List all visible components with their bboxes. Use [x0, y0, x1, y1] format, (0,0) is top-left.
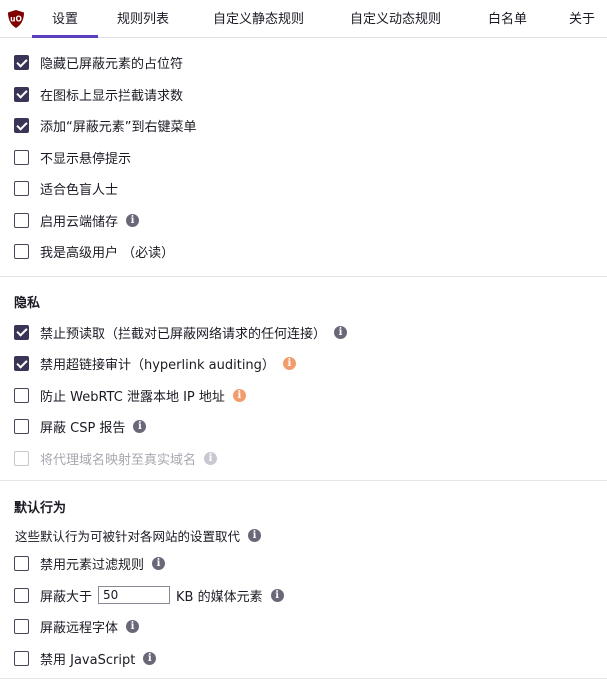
tab-bar: uO 设置 规则列表 自定义静态规则 自定义动态规则 白名单 关于: [0, 0, 607, 38]
setting-label: 禁止预读取（拦截对已屏蔽网络请求的任何连接）: [40, 326, 327, 342]
tab-settings[interactable]: 设置: [52, 0, 78, 38]
checkbox[interactable]: [14, 149, 29, 165]
setting-label: 屏蔽远程字体: [40, 621, 119, 637]
setting-hyperlink-auditing[interactable]: 禁用超链接审计（hyperlink auditing） i: [0, 348, 607, 380]
setting-javascript[interactable]: 禁用 JavaScript i: [0, 643, 607, 675]
checkbox[interactable]: [14, 556, 29, 572]
setting-label: 禁用 JavaScript: [40, 652, 136, 668]
setting-label: 隐藏已屏蔽元素的占位符: [40, 57, 184, 73]
info-icon[interactable]: i: [126, 213, 140, 227]
tab-filter-lists[interactable]: 规则列表: [117, 0, 169, 38]
section-title: 默认行为: [14, 501, 67, 516]
setting-cloud-storage[interactable]: 启用云端储存 i: [0, 205, 607, 237]
privacy-section: 隐私 禁止预读取（拦截对已屏蔽网络请求的任何连接） i 禁用超链接审计（hype…: [0, 277, 607, 481]
info-icon[interactable]: i: [248, 528, 262, 542]
info-icon[interactable]: i: [126, 620, 140, 634]
svg-text:uO: uO: [10, 15, 22, 24]
info-icon[interactable]: i: [152, 557, 166, 571]
setting-no-tooltips[interactable]: 不显示悬停提示: [0, 142, 607, 174]
checkbox[interactable]: [14, 324, 29, 340]
setting-csp-reports[interactable]: 屏蔽 CSP 报告 i: [0, 411, 607, 443]
setting-webrtc[interactable]: 防止 WebRTC 泄露本地 IP 地址 i: [0, 380, 607, 412]
setting-prefetching[interactable]: 禁止预读取（拦截对已屏蔽网络请求的任何连接） i: [0, 317, 607, 349]
checkbox[interactable]: [14, 86, 29, 102]
checkbox[interactable]: [14, 181, 29, 197]
setting-label: 适合色盲人士: [40, 183, 119, 199]
setting-color-blind[interactable]: 适合色盲人士: [0, 173, 607, 205]
setting-label: 屏蔽 CSP 报告: [40, 421, 126, 437]
section-description: 这些默认行为可被针对各网站的设置取代 i: [0, 522, 607, 548]
checkbox: [14, 450, 29, 466]
setting-label: 不显示悬停提示: [40, 151, 132, 167]
tab-about[interactable]: 关于: [569, 0, 595, 38]
setting-label: 在图标上显示拦截请求数: [40, 88, 184, 104]
setting-label: 禁用超链接审计（hyperlink auditing）: [40, 358, 275, 374]
info-icon[interactable]: i: [334, 325, 348, 339]
tab-whitelist[interactable]: 白名单: [488, 0, 527, 38]
tab-my-filters[interactable]: 自定义静态规则: [213, 0, 304, 38]
checkbox[interactable]: [14, 419, 29, 435]
checkbox[interactable]: [14, 587, 29, 603]
setting-label: 启用云端储存: [40, 214, 119, 230]
setting-hide-placeholders[interactable]: 隐藏已屏蔽元素的占位符: [0, 47, 607, 79]
checkbox[interactable]: [14, 212, 29, 228]
section-title: 隐私: [14, 295, 41, 311]
setting-label: 禁用元素过滤规则: [40, 558, 145, 574]
checkbox[interactable]: [14, 118, 29, 134]
setting-label: 防止 WebRTC 泄露本地 IP 地址: [40, 389, 225, 405]
setting-cname-uncloak: 将代理域名映射至真实域名 i: [0, 443, 607, 475]
media-size-input[interactable]: [98, 586, 171, 605]
checkbox[interactable]: [14, 650, 29, 666]
checkbox[interactable]: [14, 619, 29, 635]
warning-info-icon[interactable]: i: [232, 388, 246, 402]
setting-label: 添加“屏蔽元素”到右键菜单: [40, 120, 197, 136]
info-icon: i: [204, 451, 218, 465]
setting-context-menu[interactable]: 添加“屏蔽元素”到右键菜单: [0, 110, 607, 142]
setting-show-icon-badge[interactable]: 在图标上显示拦截请求数: [0, 79, 607, 111]
description-text: 这些默认行为可被针对各网站的设置取代: [15, 528, 241, 544]
checkbox[interactable]: [14, 244, 29, 260]
setting-large-media[interactable]: 屏蔽大于 KB 的媒体元素 i: [0, 580, 607, 612]
info-icon[interactable]: i: [143, 651, 157, 665]
checkbox[interactable]: [14, 356, 29, 372]
setting-label: 将代理域名映射至真实域名: [40, 452, 197, 468]
general-settings-section: 隐藏已屏蔽元素的占位符 在图标上显示拦截请求数 添加“屏蔽元素”到右键菜单 不显…: [0, 38, 607, 277]
ublock-logo-icon: uO: [8, 10, 24, 28]
info-icon[interactable]: i: [270, 588, 284, 602]
warning-info-icon[interactable]: i: [282, 357, 296, 371]
setting-label: 我是高级用户 （必读）: [40, 246, 175, 262]
default-behavior-section: 默认行为 这些默认行为可被针对各网站的设置取代 i 禁用元素过滤规则 i 屏蔽大…: [0, 481, 607, 679]
checkbox[interactable]: [14, 55, 29, 71]
info-icon[interactable]: i: [133, 420, 147, 434]
tab-my-rules[interactable]: 自定义动态规则: [350, 0, 441, 38]
setting-advanced-user[interactable]: 我是高级用户 （必读）: [0, 236, 607, 268]
active-tab-indicator: [32, 35, 98, 38]
setting-remote-fonts[interactable]: 屏蔽远程字体 i: [0, 611, 607, 643]
setting-label-before: 屏蔽大于: [40, 589, 93, 605]
setting-cosmetic-filtering[interactable]: 禁用元素过滤规则 i: [0, 548, 607, 580]
checkbox[interactable]: [14, 387, 29, 403]
setting-label-after: KB 的媒体元素: [176, 589, 263, 605]
